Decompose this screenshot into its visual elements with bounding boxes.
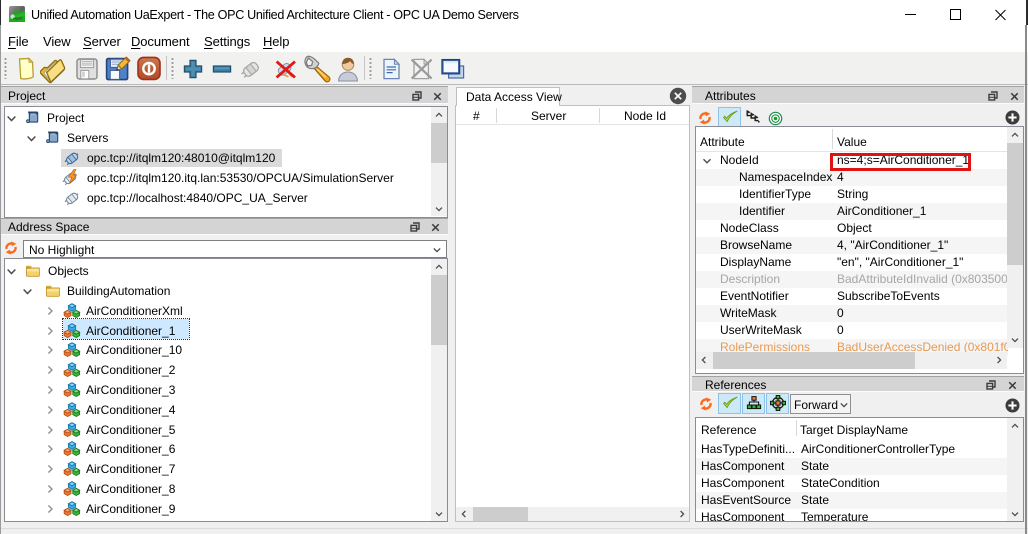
svg-text:UA: UA (13, 9, 21, 15)
svg-text:expert: expert (13, 16, 22, 20)
